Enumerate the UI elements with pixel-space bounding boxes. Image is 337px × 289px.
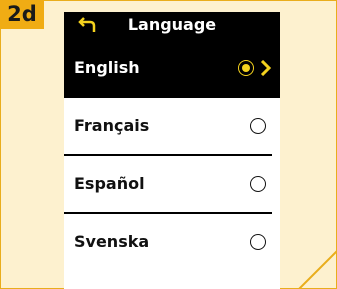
screen-title: Language: [127, 15, 217, 34]
screen-header: Language: [64, 12, 280, 38]
language-label: English: [74, 58, 140, 77]
decorative-corner: [289, 241, 337, 289]
chevron-right-icon: [260, 59, 272, 77]
radio-unselected-icon[interactable]: [250, 234, 266, 250]
language-option-espanol[interactable]: Español: [64, 156, 280, 212]
radio-unselected-icon[interactable]: [250, 176, 266, 192]
language-option-english[interactable]: English: [64, 38, 280, 98]
language-label: Français: [74, 116, 150, 135]
radio-unselected-icon[interactable]: [250, 118, 266, 134]
step-badge: 2d: [0, 0, 44, 29]
language-label: Svenska: [74, 232, 150, 251]
device-screen: Language English Français Español Svensk…: [64, 12, 280, 289]
language-option-svenska[interactable]: Svenska: [64, 214, 280, 270]
language-label: Español: [74, 174, 145, 193]
radio-selected-icon[interactable]: [238, 60, 254, 76]
language-option-francais[interactable]: Français: [64, 98, 280, 154]
